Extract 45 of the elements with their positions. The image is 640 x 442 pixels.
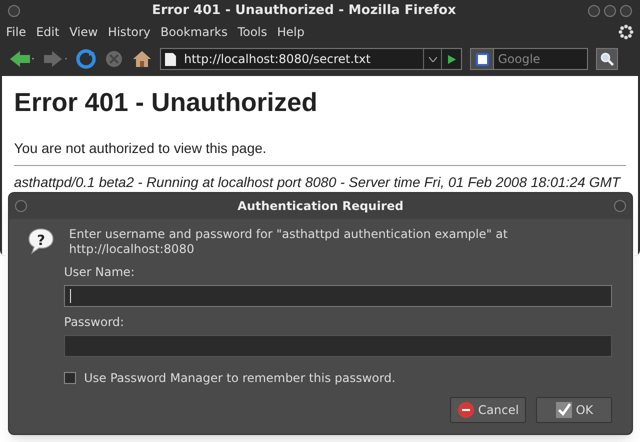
maximize-button[interactable]	[604, 5, 616, 17]
error-heading: Error 401 - Unauthorized	[14, 86, 318, 118]
server-info: asthattpd/0.1 beta2 - Running at localhost port 8080 - Server time Fri, 01 Feb 2008 18:01:24 GMT	[14, 173, 622, 192]
search-field[interactable]: Google	[494, 48, 588, 70]
url-text: http://localhost:8080/secret.txt	[184, 51, 372, 68]
menu-item[interactable]: Edit	[36, 23, 60, 41]
ok-button[interactable]: OK	[536, 397, 612, 423]
forward-arrow-icon[interactable]	[42, 49, 68, 69]
error-message: You are not authorized to view this page.	[14, 139, 268, 158]
minimize-button[interactable]	[588, 5, 600, 17]
caret-icon	[428, 56, 436, 62]
close-button[interactable]	[620, 5, 632, 17]
menu-item[interactable]: View	[69, 23, 98, 41]
remember-checkbox[interactable]	[64, 372, 76, 384]
search-button[interactable]	[596, 48, 618, 70]
page-icon	[165, 52, 176, 66]
input-field[interactable]	[64, 285, 612, 307]
reload-icon[interactable]	[76, 49, 96, 69]
window-menu-button[interactable]	[8, 5, 20, 17]
dialog-title: Authentication Required	[236, 198, 404, 215]
remember-label: Use Password Manager to remember this password.	[84, 370, 396, 387]
dialog-close-button[interactable]	[614, 200, 626, 212]
dialog-menu-button[interactable]	[15, 200, 27, 212]
address-bar[interactable]: http://localhost:8080/secret.txt	[160, 48, 462, 70]
menu-item[interactable]: Bookmarks	[160, 23, 228, 41]
dialog-message: Enter username and password for "asthattpd authentication example" at http://localhost:8080	[69, 227, 509, 257]
search-engine-icon[interactable]	[470, 48, 494, 70]
home-icon[interactable]	[132, 49, 152, 69]
menu-item[interactable]: Tools	[238, 23, 268, 41]
cancel-icon	[457, 401, 476, 419]
window-title: Error 401 - Unauthorized - Mozilla Firefox	[150, 2, 458, 20]
menu-item[interactable]: File	[6, 23, 26, 41]
activity-throbber-icon	[618, 24, 634, 40]
play-icon	[448, 54, 456, 64]
input-field[interactable]	[64, 335, 612, 357]
search-icon	[600, 52, 614, 66]
question-bubble-icon: ?	[27, 227, 55, 255]
field-label: Password:	[64, 314, 126, 331]
menu-item[interactable]: Help	[277, 23, 304, 41]
cancel-button[interactable]: Cancel	[450, 397, 526, 423]
stop-icon[interactable]	[104, 49, 124, 69]
checkmark-icon	[554, 401, 573, 419]
field-label: User Name:	[64, 264, 136, 281]
menu-item[interactable]: History	[108, 23, 151, 41]
back-arrow-icon[interactable]	[8, 49, 34, 69]
